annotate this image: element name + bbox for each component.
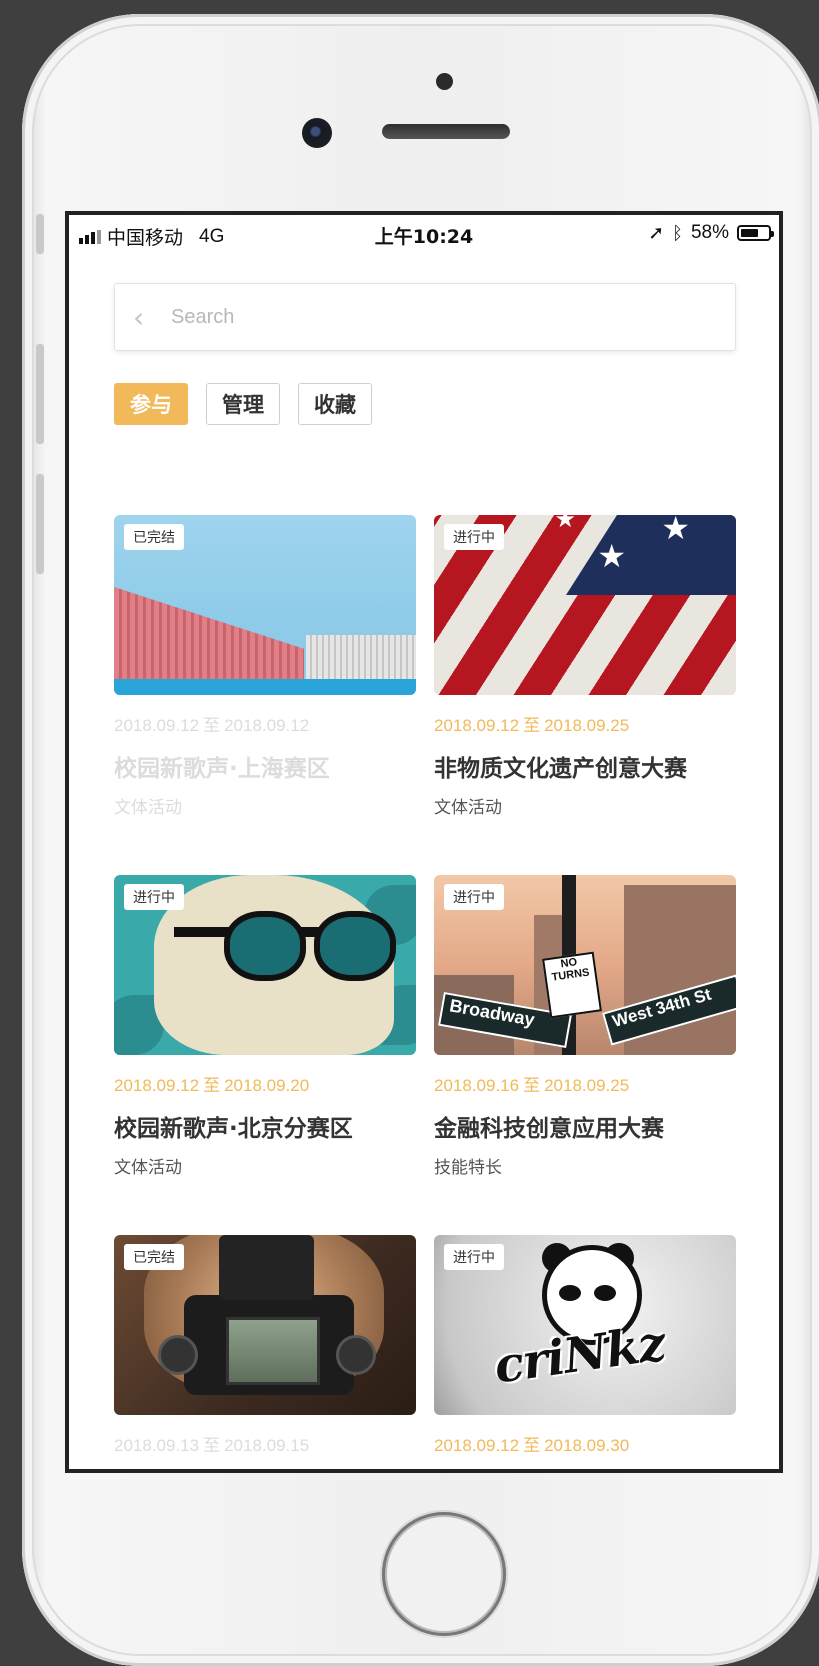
search-input[interactable] [169,304,673,330]
event-thumbnail: 已完结 [114,1235,416,1415]
battery-icon [737,225,774,241]
battery-percent: 58% [690,222,729,243]
event-dates: 2018.09.12 至 2018.09.20 [114,1071,416,1096]
front-camera [302,118,332,148]
event-card[interactable]: ★ ★ ★ 进行中 2018.09.12 至 2018.09.25 非物质文化遗产创… [434,515,736,818]
event-thumbnail: criNkz 进行中 [434,1235,736,1415]
event-title: 非物质文化遗产创意大赛 [434,756,687,782]
date-separator: 至 [523,1436,541,1455]
end-date: 2018.09.25 [544,1076,630,1095]
event-dates: 2018.09.12 至 2018.09.30 [434,1431,736,1456]
date-separator: 至 [523,1076,541,1095]
event-thumbnail: Broadway West 34th St NO TURNS 进行中 [434,875,736,1055]
event-card[interactable]: 已完结 2018.09.13 至 2018.09.15 [114,1235,416,1469]
chevron-left-icon[interactable]: ‹ [133,301,163,334]
status-badge: 已完结 [124,524,184,550]
street-sign-no-turns: NO TURNS [542,951,602,1019]
event-thumbnail: ★ ★ ★ 进行中 [434,515,736,695]
event-dates: 2018.09.16 至 2018.09.25 [434,1071,736,1096]
end-date: 2018.09.15 [224,1436,310,1455]
status-badge: 进行中 [444,884,504,910]
end-date: 2018.09.25 [544,716,630,735]
home-button[interactable] [382,1512,506,1636]
event-dates: 2018.09.13 至 2018.09.15 [114,1431,416,1456]
event-dates: 2018.09.12 至 2018.09.25 [434,711,736,736]
tab-manage[interactable]: 管理 [206,383,280,425]
panda-logo-text: criNkz [490,1315,669,1395]
event-category: 技能特长 [434,1158,502,1178]
end-date: 2018.09.30 [544,1436,630,1455]
date-separator: 至 [203,1076,221,1095]
date-separator: 至 [203,1436,221,1455]
start-date: 2018.09.16 [434,1076,520,1095]
start-date: 2018.09.12 [114,716,200,735]
event-category: 文体活动 [434,798,502,818]
event-category: 文体活动 [114,798,182,818]
event-title: 金融科技创意应用大赛 [434,1116,664,1142]
mute-switch [36,214,44,254]
event-card[interactable]: Broadway West 34th St NO TURNS 进行中 2018.… [434,875,736,1178]
earpiece-speaker [382,124,510,139]
start-date: 2018.09.12 [434,716,520,735]
date-separator: 至 [523,716,541,735]
event-category: 文体活动 [114,1158,182,1178]
tab-participate[interactable]: 参与 [114,383,188,425]
start-date: 2018.09.12 [434,1436,520,1455]
volume-up-button [36,344,44,444]
search-bar[interactable]: ‹ [114,283,736,351]
start-date: 2018.09.13 [114,1436,200,1455]
app-screen: 中国移动 4G 上午10:24 ➚ ᛒ 58% ‹ 参与 管理 收藏 已完结 2… [65,211,783,1473]
date-separator: 至 [203,716,221,735]
proximity-sensor [436,73,453,90]
event-card[interactable]: 已完结 2018.09.12 至 2018.09.12 校园新歌声·上海赛区 文体活… [114,515,416,818]
bluetooth-icon: ᛒ [672,222,683,244]
end-date: 2018.09.20 [224,1076,310,1095]
event-title: 校园新歌声·上海赛区 [114,756,330,782]
event-thumbnail: 进行中 [114,875,416,1055]
event-dates: 2018.09.12 至 2018.09.12 [114,711,416,736]
tab-favorites[interactable]: 收藏 [298,383,372,425]
event-card[interactable]: criNkz 进行中 2018.09.12 至 2018.09.30 [434,1235,736,1469]
status-badge: 进行中 [444,1244,504,1270]
status-badge: 进行中 [124,884,184,910]
start-date: 2018.09.12 [114,1076,200,1095]
event-thumbnail: 已完结 [114,515,416,695]
status-badge: 已完结 [124,1244,184,1270]
status-badge: 进行中 [444,524,504,550]
end-date: 2018.09.12 [224,716,310,735]
event-card[interactable]: 进行中 2018.09.12 至 2018.09.20 校园新歌声·北京分赛区 文体… [114,875,416,1178]
event-title: 校园新歌声·北京分赛区 [114,1116,353,1142]
volume-down-button [36,474,44,574]
filter-tabs: 参与 管理 收藏 [114,383,372,425]
location-arrow-icon: ➚ [648,222,665,244]
status-bar: 中国移动 4G 上午10:24 ➚ ᛒ 58% [69,215,779,251]
